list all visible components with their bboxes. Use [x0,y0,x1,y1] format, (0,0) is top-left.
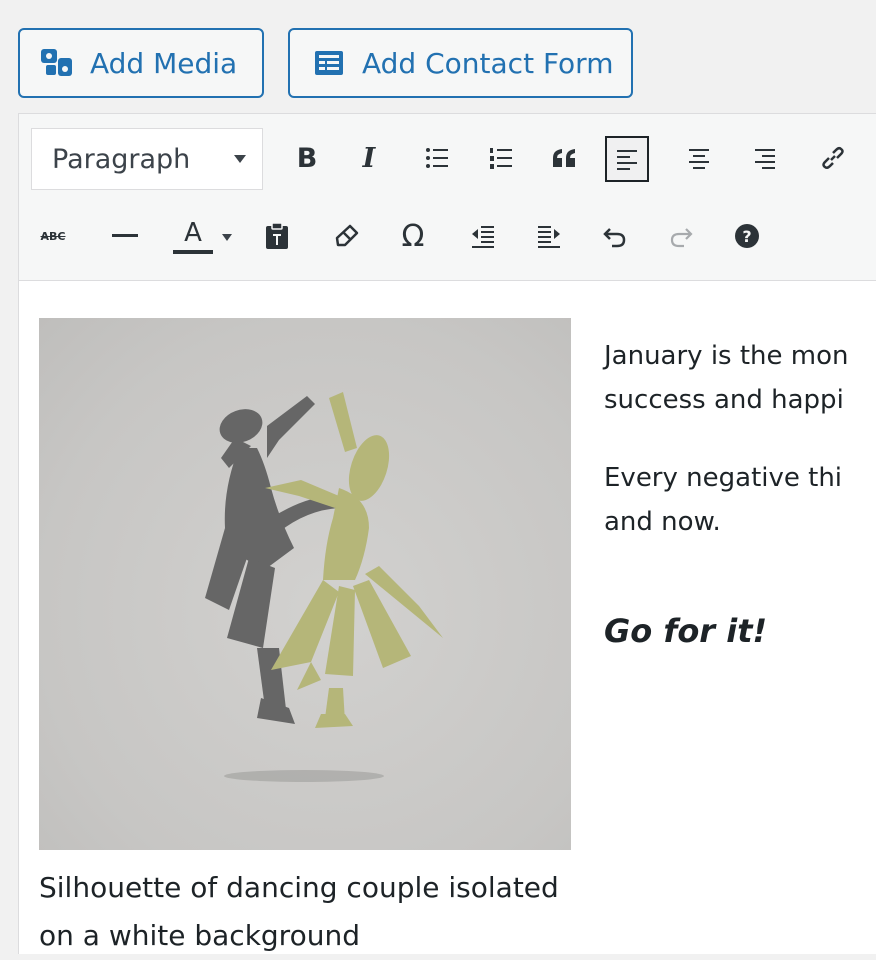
horizontal-line-icon [112,234,138,237]
clear-format-button[interactable] [325,214,369,258]
text-color-swatch [173,250,213,254]
image-caption: Silhouette of dancing couple isolated on… [39,871,559,952]
align-center-button[interactable] [679,136,719,180]
undo-icon [603,228,626,248]
paste-text-button[interactable] [255,214,299,258]
numbered-list-icon [490,148,512,169]
media-icon [38,43,78,83]
bullet-list-button[interactable] [417,136,457,180]
paragraph-2-line-1: Every negative thi [604,463,843,493]
add-contact-form-label: Add Contact Form [362,46,614,80]
paragraph-2-line-2: and now. [604,507,721,537]
chevron-down-icon [234,155,246,163]
format-select[interactable]: Paragraph [31,128,263,190]
text-color-dropdown[interactable] [217,222,237,252]
editor-toolbar: Paragraph B I ABC A Ω ? [19,114,876,281]
form-icon [310,43,350,83]
special-char-button[interactable]: Ω [391,214,435,258]
link-button[interactable] [813,136,853,180]
blockquote-icon [553,149,575,167]
add-media-button[interactable]: Add Media [18,28,264,98]
help-button[interactable]: ? [725,214,769,258]
text-color-button[interactable]: A [171,212,215,260]
add-media-label: Add Media [90,46,238,80]
help-glyph: ? [742,226,752,246]
bold-icon: B [296,142,318,174]
heading-go-for-it: Go for it! [604,612,768,650]
indent-button[interactable] [527,214,571,258]
paste-text-icon [266,222,288,249]
content-image[interactable] [39,318,571,850]
format-select-value: Paragraph [52,143,191,175]
blockquote-button[interactable] [545,136,585,180]
align-center-icon [689,149,709,169]
numbered-list-button[interactable] [481,136,521,180]
horizontal-line-button[interactable] [105,216,145,256]
chevron-down-icon [222,233,232,241]
redo-button[interactable] [659,214,703,258]
add-contact-form-button[interactable]: Add Contact Form [288,28,633,98]
outdent-button[interactable] [461,214,505,258]
clear-format-icon [335,224,359,247]
align-right-button[interactable] [745,136,785,180]
strikethrough-button[interactable]: ABC [33,216,73,256]
redo-icon [670,228,693,248]
align-left-icon [617,150,637,170]
text-color-icon: A [184,218,202,248]
bold-button[interactable]: B [287,136,327,180]
bullet-list-icon [426,148,448,168]
align-right-icon [755,149,775,169]
link-icon [822,146,844,170]
italic-button[interactable]: I [349,136,389,180]
dancing-couple-illustration [205,392,443,782]
paragraph-1-line-1: January is the mon [604,341,849,371]
strikethrough-icon: ABC [40,229,66,243]
outdent-icon [472,226,494,248]
undo-button[interactable] [593,214,637,258]
indent-icon [538,226,560,248]
align-left-button[interactable] [605,136,649,182]
italic-icon: I [362,142,376,174]
special-char-icon: Ω [401,218,425,254]
paragraph-1-line-2: success and happi [604,385,844,415]
help-icon: ? [735,224,759,248]
